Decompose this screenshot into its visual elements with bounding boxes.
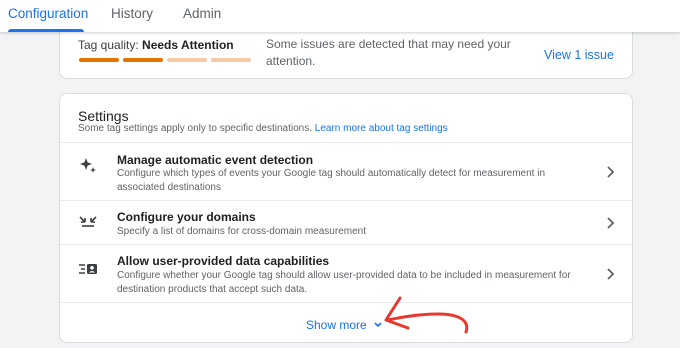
chevron-right-icon — [607, 268, 615, 280]
view-issues-link[interactable]: View 1 issue — [544, 48, 614, 62]
show-more-label: Show more — [306, 318, 367, 332]
row-title: Allow user-provided data capabilities — [117, 254, 330, 268]
settings-card: Settings Some tag settings apply only to… — [59, 93, 633, 343]
tab-admin[interactable]: Admin — [183, 6, 221, 21]
tab-history[interactable]: History — [111, 6, 153, 21]
user-data-icon — [79, 264, 97, 274]
row-description: Specify a list of domains for cross-doma… — [117, 226, 366, 237]
chevron-right-icon — [607, 166, 615, 178]
show-more-button[interactable]: Show more — [60, 302, 632, 342]
quality-segment — [211, 58, 251, 62]
tab-configuration[interactable]: Configuration — [8, 6, 88, 21]
settings-row-user-provided-data[interactable]: Allow user-provided data capabilities Co… — [60, 244, 632, 302]
tag-quality-label: Tag quality: Needs Attention — [78, 38, 234, 52]
arrows-inward-icon — [79, 216, 97, 227]
tag-quality-description: Some issues are detected that may need y… — [266, 37, 511, 68]
quality-segment — [167, 58, 207, 62]
tab-bar: Configuration History Admin — [0, 0, 680, 32]
row-description: Configure whether your Google tag should… — [117, 270, 571, 295]
tag-quality-prefix: Tag quality: — [78, 38, 143, 52]
settings-row-automatic-event-detection[interactable]: Manage automatic event detection Configu… — [60, 142, 632, 200]
row-title: Configure your domains — [117, 210, 256, 224]
active-tab-indicator — [8, 29, 84, 32]
quality-segment — [123, 58, 163, 62]
learn-more-tag-settings-link[interactable]: Learn more about tag settings — [315, 123, 448, 134]
settings-title: Settings — [78, 108, 129, 124]
settings-subtitle: Some tag settings apply only to specific… — [78, 123, 448, 134]
row-title: Manage automatic event detection — [117, 153, 314, 167]
annotation-arrow-icon — [384, 296, 469, 334]
settings-subtitle-text: Some tag settings apply only to specific… — [78, 123, 315, 134]
settings-row-configure-domains[interactable]: Configure your domains Specify a list of… — [60, 200, 632, 244]
chevron-right-icon — [607, 217, 615, 229]
row-description: Configure which types of events your Goo… — [117, 168, 546, 193]
tag-quality-status: Needs Attention — [142, 38, 234, 52]
sparkle-icon — [80, 158, 96, 173]
quality-segment — [79, 58, 119, 62]
